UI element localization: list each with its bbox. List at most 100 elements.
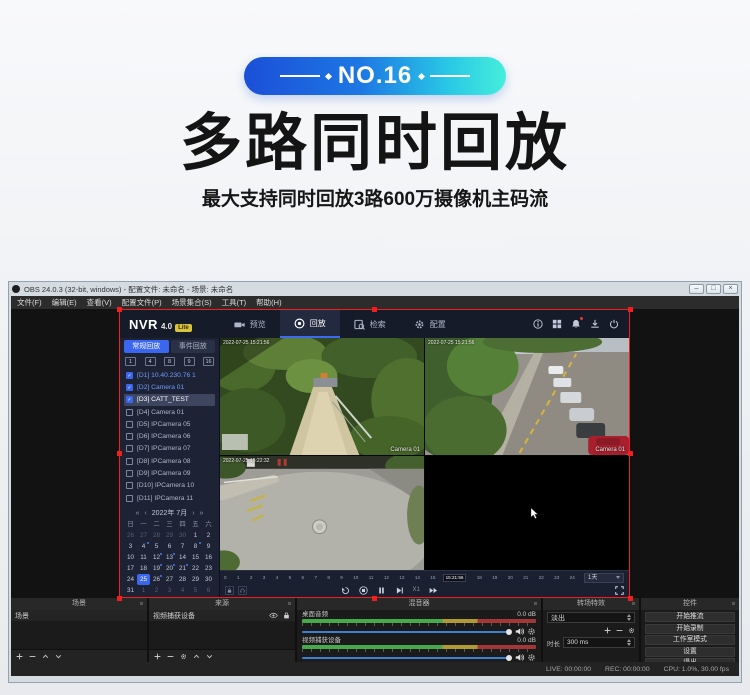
plus-icon[interactable] xyxy=(154,653,161,660)
eye-icon[interactable] xyxy=(269,612,278,619)
channel-checkbox[interactable] xyxy=(126,495,133,502)
camera-pane-1[interactable]: 2022-07-25 15:21:56 Camera 01 xyxy=(220,338,424,455)
plus-icon[interactable] xyxy=(604,627,611,634)
channel-row[interactable]: ✓[D2] Camera 01 xyxy=(124,381,215,393)
timeline-range-select[interactable]: 1天 xyxy=(584,573,624,583)
nvr-tab-检索[interactable]: 检索 xyxy=(340,310,400,338)
lock-icon[interactable] xyxy=(282,612,291,619)
menu-item-3[interactable]: 配置文件(P) xyxy=(122,297,162,308)
calendar-day[interactable]: 3 xyxy=(124,541,137,552)
selection-handle[interactable] xyxy=(117,307,122,312)
gear-icon[interactable] xyxy=(180,653,187,660)
calendar-day[interactable]: 28 xyxy=(150,530,163,541)
restore-button[interactable]: □ xyxy=(706,284,721,294)
calendar-day[interactable]: 13 xyxy=(163,552,176,563)
menu-item-2[interactable]: 查看(V) xyxy=(87,297,112,308)
lock-icon[interactable] xyxy=(225,586,234,595)
obs-preview-canvas[interactable]: NVR 4.0 Lite 预览回放检索配置 常规回放事件回放 148916 ✓[… xyxy=(11,309,739,598)
channel-row[interactable]: [D4] Camera 01 xyxy=(124,406,215,418)
minus-icon[interactable] xyxy=(616,627,623,634)
volume-slider[interactable] xyxy=(302,627,536,636)
info-icon[interactable] xyxy=(533,319,543,329)
calendar-day[interactable]: 28 xyxy=(176,574,189,585)
control-button[interactable]: 工作室模式 xyxy=(645,635,735,645)
selection-handle[interactable] xyxy=(628,596,633,601)
menu-item-1[interactable]: 编辑(E) xyxy=(52,297,77,308)
calendar-day[interactable]: 18 xyxy=(137,563,150,574)
calendar-day[interactable]: 4 xyxy=(137,541,150,552)
selection-handle[interactable] xyxy=(628,307,633,312)
channel-checkbox[interactable]: ✓ xyxy=(126,372,133,379)
timeline-ruler[interactable]: 15:21:56 0123456789101112131415161718192… xyxy=(220,575,579,580)
calendar-day[interactable]: 12 xyxy=(150,552,163,563)
menu-item-6[interactable]: 帮助(H) xyxy=(256,297,281,308)
calendar-day[interactable]: 29 xyxy=(163,530,176,541)
calendar-day[interactable]: 21 xyxy=(176,563,189,574)
calendar-day[interactable]: 14 xyxy=(176,552,189,563)
calendar-day[interactable]: 23 xyxy=(202,563,215,574)
calendar-day[interactable]: 17 xyxy=(124,563,137,574)
down-icon[interactable] xyxy=(55,653,62,660)
control-button[interactable]: 开始录制 xyxy=(645,624,735,634)
calendar-day[interactable]: 3 xyxy=(163,585,176,596)
calendar-day[interactable]: 25 xyxy=(137,574,150,585)
close-button[interactable]: × xyxy=(723,284,738,294)
calendar-day[interactable]: 27 xyxy=(163,574,176,585)
pause-icon[interactable] xyxy=(377,586,386,595)
calendar-day[interactable]: 2 xyxy=(202,530,215,541)
scene-item[interactable]: 场景 xyxy=(11,610,147,621)
calendar-day[interactable]: 6 xyxy=(202,585,215,596)
fullscreen-icon[interactable] xyxy=(615,586,624,595)
channel-checkbox[interactable]: ✓ xyxy=(126,384,133,391)
calendar-day[interactable]: 30 xyxy=(176,530,189,541)
calendar-day[interactable]: 11 xyxy=(137,552,150,563)
download-icon[interactable] xyxy=(590,319,600,329)
calendar-day[interactable]: 5 xyxy=(189,585,202,596)
control-button[interactable]: 开始推流 xyxy=(645,612,735,622)
spinner-icon[interactable] xyxy=(627,614,631,621)
calendar-next-year-icon[interactable]: » xyxy=(200,510,204,517)
control-button[interactable]: 退出 xyxy=(645,658,735,662)
calendar-day[interactable]: 27 xyxy=(137,530,150,541)
stopcircle-icon[interactable] xyxy=(359,586,368,595)
calendar-next-month-icon[interactable]: › xyxy=(192,510,194,517)
channel-row[interactable]: [D5] IPCamera 05 xyxy=(124,418,215,430)
transition-select[interactable]: 淡出 xyxy=(547,612,635,623)
calendar-day[interactable]: 9 xyxy=(202,541,215,552)
power-icon[interactable] xyxy=(609,319,619,329)
channel-checkbox[interactable]: ✓ xyxy=(126,396,133,403)
channel-row[interactable]: [D11] IPCamera 11 xyxy=(124,492,215,504)
spinner-icon[interactable] xyxy=(627,639,631,646)
titlebar[interactable]: OBS 24.0.3 (32-bit, windows) - 配置文件: 未命名… xyxy=(9,282,741,296)
minus-icon[interactable] xyxy=(167,653,174,660)
menu-item-5[interactable]: 工具(T) xyxy=(222,297,247,308)
channel-checkbox[interactable] xyxy=(126,409,133,416)
channel-checkbox[interactable] xyxy=(126,482,133,489)
nvr-tab-预览[interactable]: 预览 xyxy=(220,310,280,338)
calendar-day[interactable]: 7 xyxy=(176,541,189,552)
tab-事件回放[interactable]: 事件回放 xyxy=(171,340,216,353)
minus-icon[interactable] xyxy=(29,653,36,660)
headphones-icon[interactable] xyxy=(238,586,247,595)
up-icon[interactable] xyxy=(42,653,49,660)
selection-handle[interactable] xyxy=(372,307,377,312)
speaker-icon[interactable] xyxy=(515,627,524,636)
channel-checkbox[interactable] xyxy=(126,470,133,477)
channel-row[interactable]: [D6] IPCamera 06 xyxy=(124,430,215,442)
calendar-day[interactable]: 10 xyxy=(124,552,137,563)
reverse-icon[interactable] xyxy=(341,586,350,595)
down-icon[interactable] xyxy=(206,653,213,660)
speaker-icon[interactable] xyxy=(515,653,524,662)
playback-speed-label[interactable]: X1 xyxy=(413,587,420,593)
calendar-day[interactable]: 16 xyxy=(202,552,215,563)
slider-knob[interactable] xyxy=(506,655,512,661)
calendar-day[interactable]: 24 xyxy=(124,574,137,585)
calendar-day[interactable]: 31 xyxy=(124,585,137,596)
gear-icon[interactable] xyxy=(527,627,536,636)
channel-row[interactable]: [D8] IPCamera 08 xyxy=(124,455,215,467)
volume-slider[interactable] xyxy=(302,653,536,662)
duration-input[interactable]: 300 ms xyxy=(563,637,635,648)
plus-icon[interactable] xyxy=(16,653,23,660)
selection-handle[interactable] xyxy=(372,596,377,601)
calendar-day[interactable]: 4 xyxy=(176,585,189,596)
